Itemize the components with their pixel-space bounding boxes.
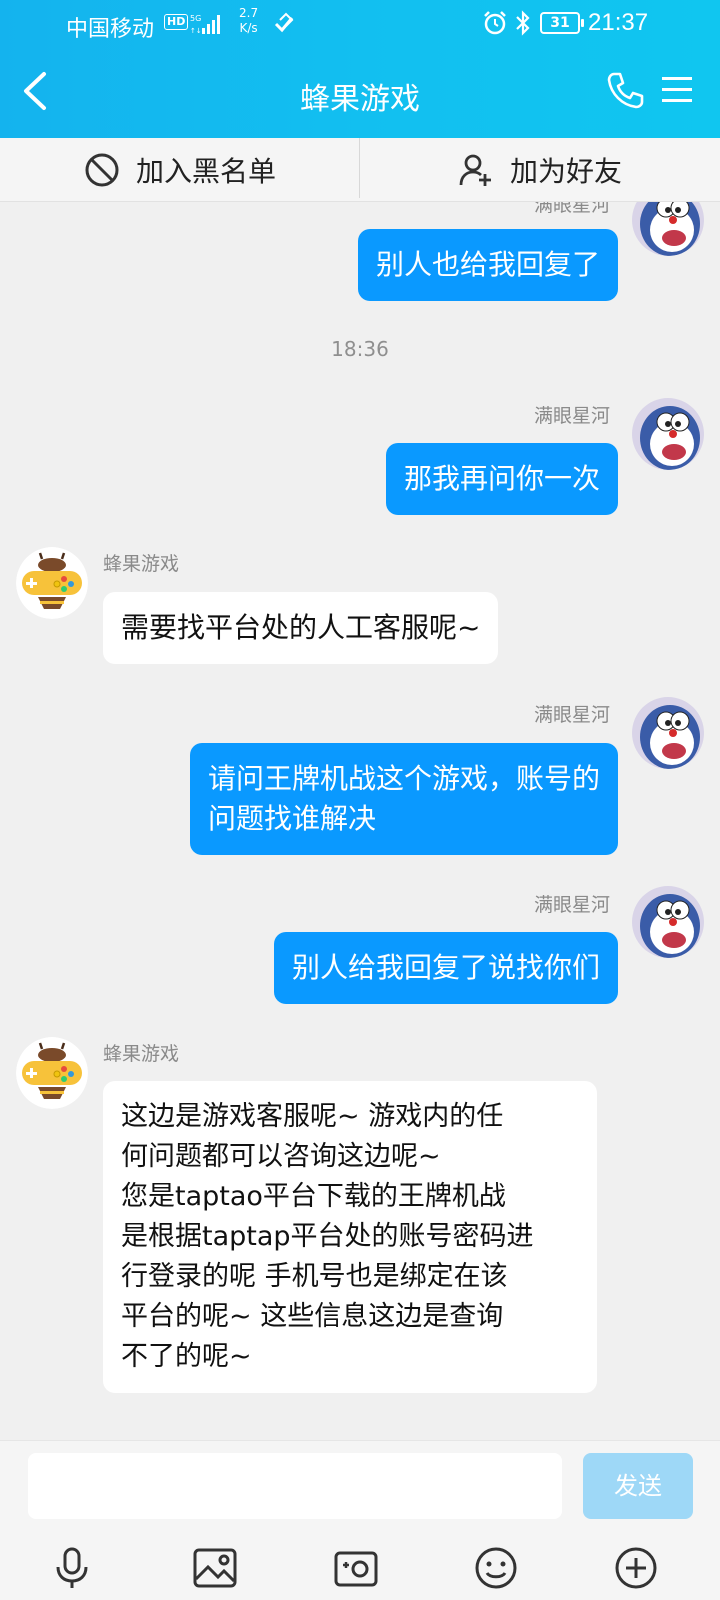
- message-line: 这边是游戏客服呢~ 游戏内的任: [121, 1101, 504, 1132]
- message-bubble[interactable]: 这边是游戏客服呢~ 游戏内的任 何问题都可以咨询这边呢~ 您是taptao平台下…: [103, 1081, 597, 1393]
- my-avatar[interactable]: [632, 886, 704, 958]
- menu-icon[interactable]: [660, 74, 694, 106]
- svg-text:5G: 5G: [190, 14, 201, 23]
- my-avatar[interactable]: [632, 398, 704, 470]
- blacklist-label: 加入黑名单: [135, 155, 276, 188]
- sender-name: 满眼星河: [533, 202, 610, 216]
- message-line: 行登录的呢 手机号也是绑定在该: [121, 1261, 508, 1292]
- input-bar: 发送: [0, 1440, 720, 1600]
- sender-name: 满眼星河: [533, 405, 610, 427]
- nav-bar: 蜂果游戏: [0, 48, 720, 138]
- clock: 21:37: [588, 9, 649, 36]
- block-icon: [85, 153, 119, 187]
- add-friend-button[interactable]: 加为好友: [360, 138, 720, 202]
- message-input[interactable]: [28, 1453, 562, 1519]
- bluetooth-icon: [516, 10, 530, 36]
- sender-name: 蜂果游戏: [103, 1043, 180, 1065]
- network-speed: 2.7 K/s: [239, 6, 258, 36]
- image-icon[interactable]: [192, 1545, 238, 1591]
- message-bubble[interactable]: 别人也给我回复了: [357, 229, 618, 301]
- message-line: 不了的呢~: [121, 1341, 252, 1372]
- doraemon-avatar-image: [632, 202, 704, 256]
- top-bar: 中国移动 HD 5G ↑↓ 2.7 K/s 31 21:37 蜂果游戏: [0, 0, 720, 138]
- message-bubble[interactable]: 那我再问你一次: [385, 443, 618, 515]
- my-avatar[interactable]: [632, 202, 704, 256]
- sender-name: 满眼星河: [533, 704, 610, 726]
- bee-gamepad-avatar-image: [16, 1037, 88, 1109]
- battery-indicator: 31: [540, 12, 584, 34]
- message-bubble[interactable]: 需要找平台处的人工客服呢~: [103, 592, 499, 664]
- service-avatar[interactable]: [16, 1037, 88, 1109]
- microphone-icon[interactable]: [49, 1545, 95, 1591]
- plus-icon[interactable]: [613, 1545, 659, 1591]
- speed-value: 2.7: [239, 6, 259, 20]
- hd-badge: HD: [164, 14, 189, 30]
- signal-icon: 5G ↑↓: [190, 14, 220, 35]
- emoji-icon[interactable]: [473, 1545, 519, 1591]
- contact-actions: 加入黑名单 加为好友: [0, 138, 720, 202]
- add-friend-label: 加为好友: [509, 155, 622, 188]
- message-timestamp: 18:36: [331, 337, 389, 361]
- message-bubble[interactable]: 别人给我回复了说找你们: [273, 932, 618, 1004]
- chat-area[interactable]: 满眼星河 别人也给我回复了 18:36 满眼星河 那我再问你一次 蜂果游戏 需要…: [0, 202, 720, 1440]
- service-avatar[interactable]: [16, 547, 88, 619]
- message-line: 是根据taptap平台处的账号密码进: [121, 1221, 534, 1252]
- doraemon-avatar-image: [632, 398, 704, 470]
- svg-text:↑↓: ↑↓: [190, 27, 202, 35]
- doraemon-avatar-image: [632, 697, 704, 769]
- message-line: 您是taptao平台下载的王牌机战: [121, 1181, 506, 1212]
- status-bar: 中国移动 HD 5G ↑↓ 2.7 K/s 31 21:37: [0, 0, 720, 48]
- sender-name: 蜂果游戏: [103, 553, 180, 575]
- bee-gamepad-avatar-image: [16, 547, 88, 619]
- add-user-icon: [459, 154, 491, 186]
- sender-name: 满眼星河: [533, 894, 610, 916]
- carrier-name: 中国移动: [66, 16, 155, 41]
- message-line: 何问题都可以咨询这边呢~: [121, 1141, 441, 1172]
- message-line: 平台的呢~ 这些信息这边是查询: [121, 1301, 504, 1332]
- message-line: 请问王牌机战这个游戏，账号的: [207, 762, 600, 795]
- send-button[interactable]: 发送: [583, 1453, 693, 1519]
- message-bubble[interactable]: 请问王牌机战这个游戏，账号的 问题找谁解决: [189, 743, 618, 855]
- blacklist-button[interactable]: 加入黑名单: [0, 138, 360, 202]
- my-avatar[interactable]: [632, 697, 704, 769]
- camera-icon[interactable]: [333, 1545, 379, 1591]
- doraemon-avatar-image: [632, 886, 704, 958]
- speed-unit: K/s: [239, 21, 258, 35]
- alarm-icon: [484, 11, 506, 35]
- link-icon: [274, 12, 294, 33]
- phone-icon[interactable]: [606, 70, 644, 110]
- message-line: 问题找谁解决: [207, 802, 376, 835]
